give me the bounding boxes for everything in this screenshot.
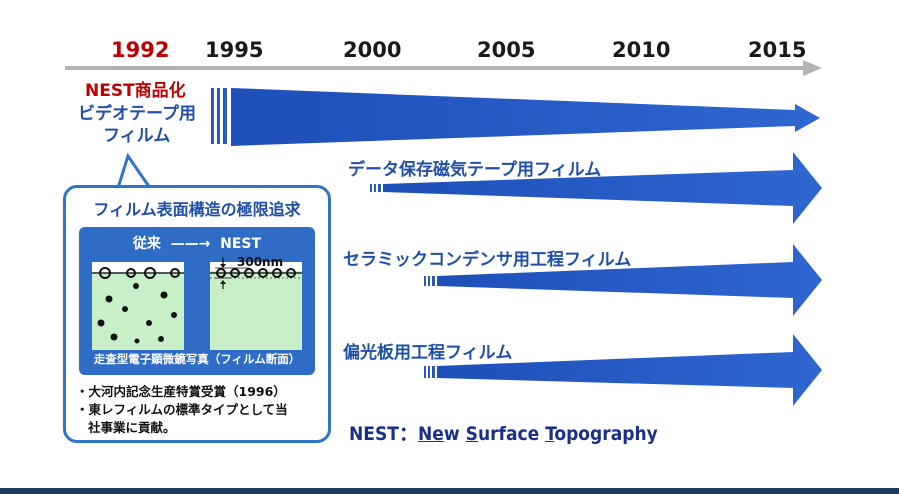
year-2000: 2000 — [343, 38, 402, 62]
milestone-title: NEST商品化 — [85, 81, 186, 101]
arrow-video-tape-film — [211, 88, 820, 146]
bullet-award: ・大河内記念生産特賞受賞（1996） — [76, 384, 286, 399]
year-1995: 1995 — [205, 38, 264, 62]
conventional-film-illustration — [92, 262, 184, 350]
milestone-product-line2: フィルム — [103, 126, 171, 146]
label-polarizer: 偏光板用工程フィルム — [343, 343, 513, 363]
label-data-storage-tape: データ保存磁気テープ用フィルム — [348, 160, 602, 180]
callout-pointer — [115, 152, 153, 190]
scale-label: 300nm — [237, 255, 284, 269]
year-2005: 2005 — [477, 38, 536, 62]
sem-caption: 走査型電子顕微鏡写真（フィルム断面） — [93, 352, 301, 366]
year-2010: 2010 — [612, 38, 671, 62]
bullet-contribution-line1: ・東レフィルムの標準タイプとして当 — [76, 402, 288, 417]
year-1992: 1992 — [111, 38, 170, 62]
footer-bar — [0, 488, 899, 494]
year-2015: 2015 — [748, 38, 807, 62]
bullet-contribution-line2: 社事業に貢献。 — [88, 420, 176, 435]
label-ceramic-capacitor: セラミックコンデンサ用工程フィルム — [343, 250, 632, 270]
nest-definition: NEST：New Surface Topography — [349, 423, 658, 445]
callout-title: フィルム表面構造の極限追求 — [93, 200, 301, 219]
sem-comparison-panel: 従来 ——→ NEST 300nm 走査型電子顕微鏡写真（フィルム断面） — [79, 227, 315, 375]
nest-film-illustration — [210, 257, 302, 350]
axis-arrowhead — [803, 60, 822, 76]
callout-box: フィルム表面構造の極限追求 従来 ——→ NEST 300nm 走査型電子顕微鏡… — [63, 185, 331, 443]
